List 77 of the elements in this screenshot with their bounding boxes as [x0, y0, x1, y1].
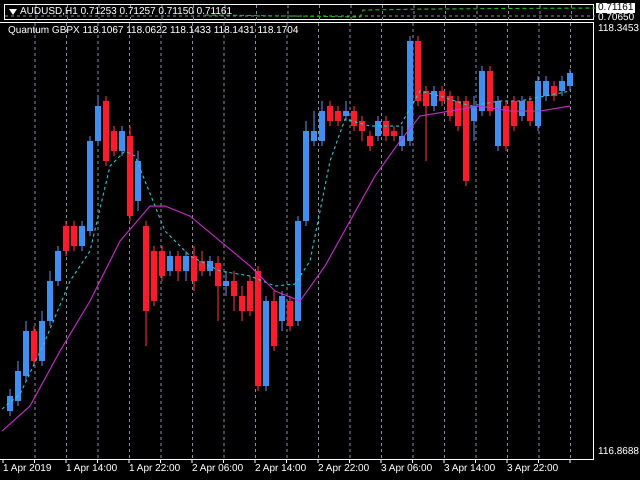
candlestick — [63, 220, 69, 256]
candlestick — [335, 106, 341, 126]
candlestick — [455, 96, 461, 132]
candlestick — [543, 76, 549, 102]
candlestick — [175, 250, 181, 282]
candlestick — [415, 36, 421, 106]
candlestick — [495, 96, 501, 152]
time-label: 3 Apr 06:00 — [381, 463, 432, 475]
candlestick — [223, 270, 229, 296]
time-label: 2 Apr 22:00 — [318, 463, 370, 475]
candlestick — [327, 100, 333, 126]
candlestick — [103, 96, 109, 166]
candlestick — [503, 100, 509, 152]
indicator-title: AUDUSD,H1 0.71253 0.71257 0.71150 0.71161 — [20, 5, 232, 19]
candlestick — [7, 388, 13, 416]
time-label: 1 Apr 2019 — [3, 463, 52, 475]
candlestick — [471, 96, 477, 142]
candlestick — [383, 116, 389, 142]
candlestick — [247, 276, 253, 316]
candlestick — [151, 246, 157, 306]
candlestick — [15, 360, 21, 406]
candlestick — [215, 256, 221, 322]
candlestick — [119, 126, 125, 156]
candlestick — [183, 250, 189, 282]
candlestick — [135, 150, 141, 212]
candlestick — [487, 66, 493, 116]
candlestick — [479, 66, 485, 116]
candlestick — [287, 296, 293, 332]
price-label: 118.3453 — [598, 23, 639, 35]
candlestick — [55, 246, 61, 286]
candlestick — [207, 256, 213, 276]
time-label: 1 Apr 22:00 — [129, 463, 180, 475]
time-label: 2 Apr 06:00 — [192, 463, 244, 475]
candlestick — [279, 290, 285, 332]
candlestick — [343, 100, 349, 122]
candlestick — [159, 246, 165, 282]
candlestick — [431, 86, 437, 112]
price-label: 116.8688 — [598, 446, 639, 458]
candlestick — [359, 116, 365, 142]
candlestick — [271, 290, 277, 352]
time-label: 1 Apr 14:00 — [66, 463, 118, 475]
candlestick — [527, 96, 533, 126]
time-label: 2 Apr 14:00 — [255, 463, 306, 475]
candlestick — [239, 286, 245, 322]
candlestick — [391, 126, 397, 142]
candlestick — [47, 270, 53, 326]
candlestick — [351, 106, 357, 132]
candlestick — [551, 80, 557, 102]
candlestick — [39, 310, 45, 366]
candlestick — [519, 96, 525, 122]
candlestick — [567, 68, 573, 92]
candlestick — [79, 220, 85, 252]
candlestick — [31, 326, 37, 366]
candlestick — [111, 126, 117, 156]
time-label: 3 Apr 22:00 — [507, 463, 558, 475]
candlestick — [367, 130, 373, 152]
candlestick — [71, 220, 77, 252]
price-label: 0.70650 — [597, 13, 636, 23]
candlestick — [191, 246, 197, 292]
candlestick — [95, 96, 101, 146]
candlestick — [231, 270, 237, 312]
candlestick — [535, 76, 541, 132]
candlestick — [23, 320, 29, 382]
candlestick — [199, 250, 205, 276]
candlestick — [439, 86, 445, 106]
dropdown-triangle-icon[interactable] — [9, 9, 17, 15]
candlestick — [167, 250, 173, 276]
chart-title: Quantum GBPX 118.1067 118.0622 118.1433 118.1431 118.1704 — [8, 25, 298, 37]
candlestick — [319, 100, 325, 146]
candlestick — [375, 116, 381, 142]
candlestick — [511, 96, 517, 132]
candlestick — [311, 110, 317, 146]
price-label: 0.71161 — [596, 3, 636, 13]
candlestick — [559, 76, 565, 96]
candlestick — [399, 126, 405, 152]
time-label: 3 Apr 14:00 — [444, 463, 496, 475]
candlestick — [447, 90, 453, 122]
